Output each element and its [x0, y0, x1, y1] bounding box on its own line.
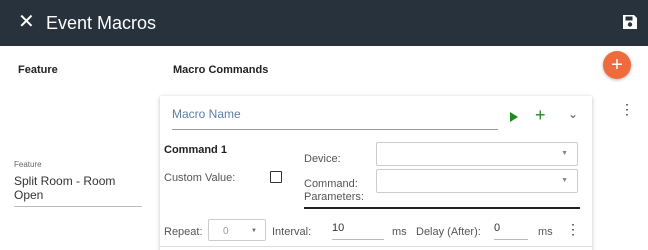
macro-name-input[interactable]: Macro Name	[172, 106, 498, 130]
command-parameters-label: Command: Parameters:	[304, 178, 364, 204]
command-label-line1: Command:	[304, 178, 358, 190]
macro-more-icon[interactable]: ⋮	[620, 102, 634, 116]
close-icon[interactable]: ✕	[18, 11, 35, 33]
delay-input[interactable]: 0	[494, 220, 528, 240]
repeat-label: Repeat:	[164, 226, 203, 238]
command-label-line2: Parameters:	[304, 191, 364, 203]
interval-label: Interval:	[272, 226, 312, 238]
device-select[interactable]: ▼	[376, 142, 578, 166]
divider	[304, 207, 580, 209]
chevron-down-icon: ▼	[561, 177, 568, 184]
interval-input[interactable]: 10	[332, 220, 384, 240]
custom-value-checkbox[interactable]	[270, 171, 282, 183]
chevron-down-icon: ▼	[251, 228, 257, 234]
play-icon[interactable]	[510, 112, 518, 122]
command-more-icon[interactable]: ⋮	[566, 222, 580, 236]
chevron-down-icon[interactable]: ⌄	[568, 107, 578, 121]
app-header: ✕ Event Macros	[0, 0, 648, 46]
repeat-select[interactable]: 0 ▼	[208, 219, 266, 241]
command-title: Command 1	[164, 144, 227, 156]
chevron-down-icon: ▼	[561, 150, 568, 157]
feature-input[interactable]: Split Room - Room Open	[14, 174, 142, 207]
delay-label: Delay (After):	[416, 226, 481, 238]
interval-unit: ms	[392, 226, 407, 238]
device-label: Device:	[304, 153, 341, 165]
custom-value-label: Custom Value:	[164, 172, 236, 184]
column-header-feature: Feature	[18, 64, 58, 76]
add-command-icon[interactable]: +	[535, 105, 546, 125]
delay-unit: ms	[538, 226, 553, 238]
repeat-value: 0	[223, 226, 229, 237]
feature-label: Feature	[14, 160, 42, 169]
page-title: Event Macros	[46, 13, 157, 33]
save-icon[interactable]	[622, 14, 638, 30]
column-header-macro-commands: Macro Commands	[173, 64, 269, 76]
macro-card: Macro Name + ⌄ Command 1 Custom Value: D…	[160, 96, 592, 250]
command-select[interactable]: ▼	[376, 169, 578, 193]
divider	[160, 246, 592, 247]
add-macro-button[interactable]: +	[603, 51, 631, 79]
